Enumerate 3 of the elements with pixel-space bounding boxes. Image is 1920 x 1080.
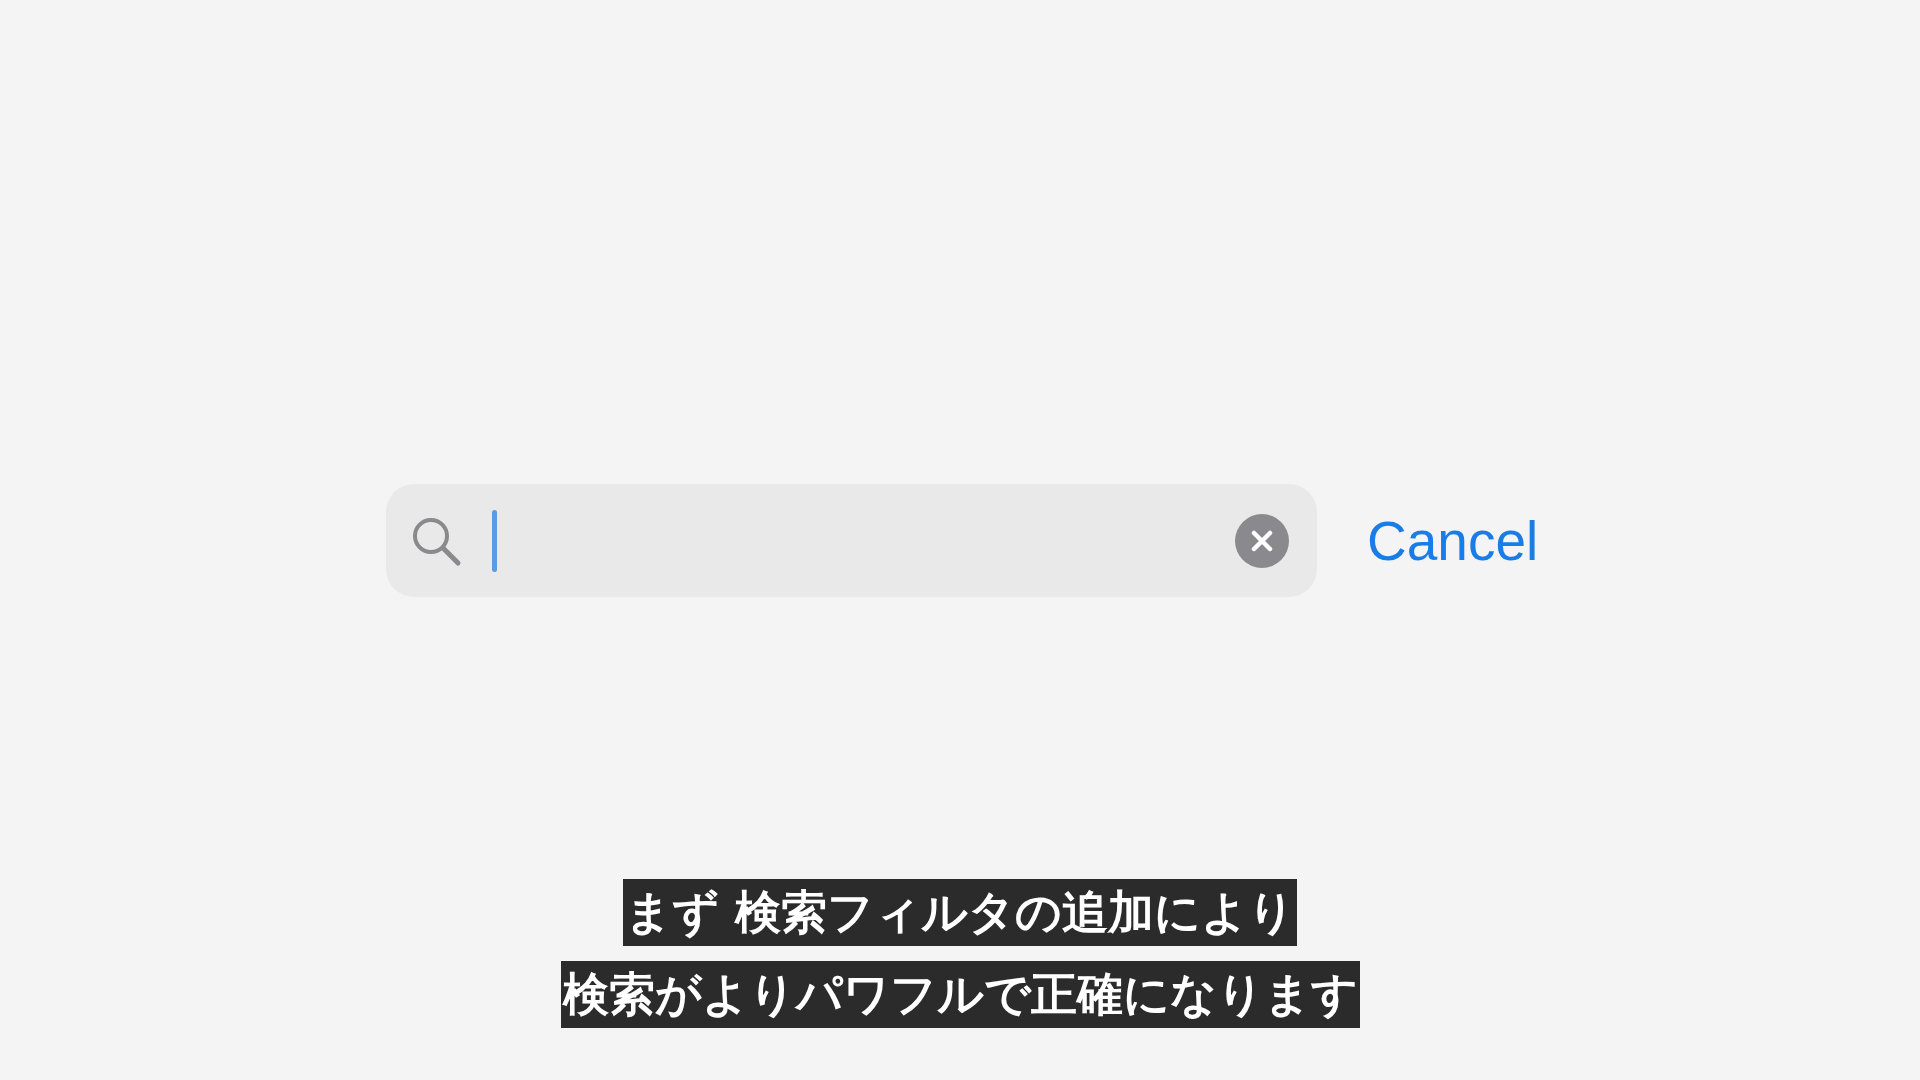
search-field[interactable]: [386, 484, 1317, 597]
clear-icon[interactable]: [1235, 513, 1289, 568]
cancel-button[interactable]: Cancel: [1367, 508, 1539, 573]
